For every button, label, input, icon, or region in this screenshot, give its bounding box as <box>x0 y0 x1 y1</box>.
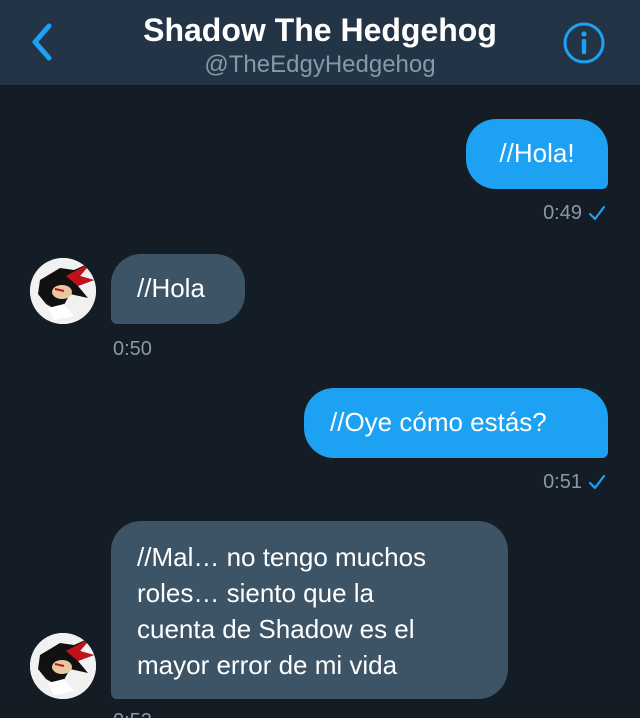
contact-handle: @TheEdgyHedgehog <box>204 51 436 78</box>
contact-name: Shadow The Hedgehog <box>143 12 497 48</box>
message-timestamp: 0:51 <box>543 470 606 494</box>
info-icon <box>563 22 605 64</box>
message-text: //Hola! <box>499 138 575 168</box>
message-timestamp: 0:52 <box>113 709 152 718</box>
timestamp-text: 0:50 <box>113 338 152 360</box>
avatar-image <box>30 633 96 699</box>
checkmark-icon <box>588 474 606 490</box>
timestamp-text: 0:49 <box>543 202 582 224</box>
message-bubble-outgoing[interactable]: //Oye cómo estás? <box>304 388 608 458</box>
message-text-line: roles… siento que la <box>137 578 375 608</box>
conversation-header: Shadow The Hedgehog @TheEdgyHedgehog <box>0 0 640 86</box>
avatar[interactable] <box>30 258 96 324</box>
avatar[interactable] <box>30 633 96 699</box>
conversation-title-block[interactable]: Shadow The Hedgehog @TheEdgyHedgehog <box>0 10 640 80</box>
info-button[interactable] <box>562 21 606 65</box>
checkmark-icon <box>588 205 606 221</box>
timestamp-text: 0:51 <box>543 471 582 493</box>
message-text-line: //Mal… no tengo muchos <box>137 542 427 572</box>
timestamp-text: 0:52 <box>113 709 152 718</box>
message-bubble-incoming[interactable]: //Hola <box>111 254 245 324</box>
avatar-image <box>30 258 96 324</box>
message-text-line: mayor error de mi vida <box>137 650 398 680</box>
message-thread[interactable]: //Hola! 0:49 //Hola 0:50 //Oye cómo está… <box>0 87 640 718</box>
message-text: //Oye cómo estás? <box>330 407 547 437</box>
message-text: //Hola <box>137 273 205 303</box>
message-bubble-outgoing[interactable]: //Hola! <box>466 119 608 189</box>
message-timestamp: 0:49 <box>543 201 606 225</box>
message-text-line: cuenta de Shadow es el <box>137 614 415 644</box>
message-bubble-incoming[interactable]: //Mal… no tengo muchos roles… siento que… <box>111 521 508 699</box>
message-timestamp: 0:50 <box>113 337 152 361</box>
